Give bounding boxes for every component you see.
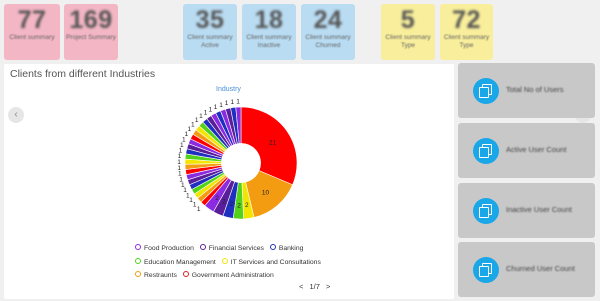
industry-chart-panel: Clients from different Industries Indust… — [4, 64, 454, 299]
legend-label: Education Management — [144, 259, 216, 266]
slice-value-label: 1 — [209, 107, 213, 114]
stat-card-active[interactable]: 35 Client summary Active — [183, 4, 237, 60]
stat-label: Client summary Churned — [305, 34, 351, 49]
slice-value-label: 2 — [222, 199, 226, 206]
legend-label: Banking — [278, 245, 304, 252]
legend-item[interactable]: Restraunts — [135, 271, 177, 279]
legend-label: Financial Services — [208, 245, 264, 252]
slice-value-label: 2 — [229, 201, 233, 208]
card-label: Total No of Users — [506, 85, 564, 94]
slice-value-label: 1 — [193, 202, 197, 209]
legend-item[interactable]: Education Management — [135, 258, 216, 266]
stat-card-inactive[interactable]: 18 Client summary Inactive — [242, 4, 296, 60]
slice-value-label: 2 — [237, 202, 241, 209]
stat-label: Client summary — [9, 34, 55, 41]
stat-label: Client summary Type — [443, 34, 490, 49]
legend-item[interactable]: Food Production — [135, 244, 194, 252]
card-active-users[interactable]: Active User Count — [458, 123, 595, 178]
legend-label: IT Services and Consultations — [230, 259, 321, 266]
pager-prev-button[interactable]: < — [299, 282, 303, 291]
legend-dot — [182, 271, 189, 278]
pager-status: 1/7 — [309, 282, 320, 291]
copy-icon — [473, 198, 499, 224]
legend-label: Restraunts — [144, 272, 177, 279]
slice-value-label: 1 — [197, 206, 201, 213]
carousel-prev-button[interactable]: ‹ — [8, 107, 24, 123]
stat-label: Client summary Active — [187, 34, 233, 49]
slice-value-label: 1 — [199, 113, 203, 120]
legend-dot — [221, 258, 228, 265]
legend-dot — [135, 258, 141, 265]
legend-item[interactable]: Government Administration — [182, 271, 274, 279]
stat-card-client-summary[interactable]: 77 Client summary — [4, 4, 60, 60]
card-label: Inactive User Count — [506, 205, 572, 214]
slice-value-label: 1 — [236, 99, 240, 106]
slice-value-label: 1 — [214, 104, 218, 111]
legend-row-3: Restraunts Government Administration — [135, 271, 278, 279]
stat-label: Client summary Inactive — [246, 34, 292, 49]
legend-pager: < 1/7 > — [297, 282, 332, 291]
copy-icon — [473, 78, 499, 104]
legend-item[interactable]: Financial Services — [199, 244, 264, 252]
stat-value: 169 — [69, 6, 113, 34]
legend-dot — [199, 244, 206, 251]
stat-card-type-1[interactable]: 5 Client summary Type — [381, 4, 435, 60]
slice-value-label: 10 — [262, 189, 270, 196]
stat-label: Project Summary — [66, 34, 116, 41]
legend-row-2: Education Management IT Services and Con… — [135, 258, 325, 266]
slice-value-label: 1 — [219, 102, 223, 109]
slice-value-label: 1 — [189, 197, 193, 204]
legend-item[interactable]: IT Services and Consultations — [221, 258, 321, 266]
card-label: Active User Count — [506, 145, 567, 154]
legend-item[interactable]: Banking — [269, 244, 304, 252]
stat-label: Client summary Type — [385, 34, 431, 49]
stat-value: 24 — [313, 6, 343, 34]
stat-value: 18 — [254, 6, 284, 34]
stat-card-project-summary[interactable]: 169 Project Summary — [64, 4, 118, 60]
legend-dot — [135, 271, 141, 278]
slice-value-label: 2 — [215, 195, 219, 202]
stat-value: 77 — [17, 6, 47, 34]
legend-dot — [135, 244, 141, 251]
card-total-users[interactable]: Total No of Users — [458, 63, 595, 118]
legend-label: Food Production — [144, 245, 194, 252]
legend-dot — [269, 244, 276, 251]
slice-value-label: 2 — [245, 202, 249, 209]
stat-value: 5 — [400, 6, 416, 34]
legend-label: Government Administration — [191, 272, 274, 279]
stat-value: 35 — [195, 6, 225, 34]
stat-value: 72 — [452, 6, 481, 34]
slice-value-label: 1 — [204, 110, 208, 117]
slice-value-label: 21 — [269, 140, 277, 147]
card-churned-users[interactable]: Churned User Count — [458, 242, 595, 297]
stat-card-type-2[interactable]: 72 Client summary Type — [440, 4, 493, 60]
pager-next-button[interactable]: > — [326, 282, 330, 291]
card-inactive-users[interactable]: Inactive User Count — [458, 183, 595, 238]
slice-value-label: 1 — [225, 100, 229, 107]
copy-icon — [473, 257, 499, 283]
copy-icon — [473, 138, 499, 164]
slice-value-label: 1 — [230, 99, 234, 106]
stat-card-churned[interactable]: 24 Client summary Churned — [301, 4, 355, 60]
card-label: Churned User Count — [506, 264, 575, 273]
legend-row-1: Food Production Financial Services Banki… — [135, 244, 307, 252]
